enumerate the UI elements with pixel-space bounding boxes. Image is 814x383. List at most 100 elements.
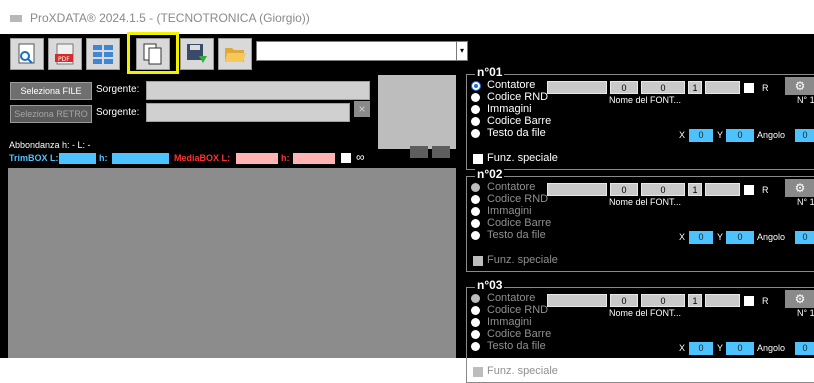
y-label: Y	[717, 130, 724, 140]
angle-label: Angolo	[757, 232, 786, 242]
y-field[interactable]: 0	[726, 231, 754, 244]
preview-page-button[interactable]	[10, 38, 44, 70]
angle-field[interactable]: 0	[795, 231, 814, 244]
counter-prefix-field[interactable]	[547, 81, 607, 94]
counter-end-field[interactable]: 0	[641, 81, 685, 94]
counter-step-field[interactable]: 1	[688, 81, 702, 94]
counter-start-field[interactable]: 0	[610, 183, 638, 196]
counter-suffix-field[interactable]	[705, 81, 740, 94]
reverse-checkbox[interactable]	[744, 296, 754, 306]
angle-field[interactable]: 0	[795, 129, 814, 142]
option-radio[interactable]	[471, 195, 480, 204]
option-radio[interactable]	[471, 306, 480, 315]
special-function-checkbox[interactable]	[473, 256, 483, 266]
option-label: Codice RND	[487, 304, 549, 316]
pdf-icon: PDF	[55, 43, 74, 65]
gear-icon[interactable]: ⚙	[785, 77, 814, 95]
chevron-down-icon[interactable]: ▾	[456, 42, 467, 60]
copies-label: N° 1	[797, 197, 814, 207]
counter-end-field[interactable]: 0	[641, 183, 685, 196]
option-radio[interactable]	[471, 81, 481, 91]
trimbox-l-field[interactable]	[59, 153, 96, 164]
special-function-checkbox[interactable]	[473, 367, 483, 377]
gear-icon[interactable]: ⚙	[785, 290, 814, 308]
option-label: Immagini	[487, 316, 532, 328]
select-file-button[interactable]: Seleziona FILE	[10, 82, 92, 100]
option-radio[interactable]	[471, 231, 480, 240]
counter-prefix-field[interactable]	[547, 183, 607, 196]
option-label: Testo da file	[487, 229, 546, 241]
option-radio[interactable]	[471, 117, 480, 126]
option-label: Testo da file	[487, 127, 546, 139]
reverse-checkbox[interactable]	[744, 83, 754, 93]
x-field[interactable]: 0	[689, 342, 713, 355]
counter-suffix-field[interactable]	[705, 183, 740, 196]
mediabox-l-label: MediaBOX L:	[174, 153, 231, 163]
rotate-right-icon[interactable]	[432, 146, 450, 158]
gear-icon[interactable]: ⚙	[785, 179, 814, 197]
panel-title: n°03	[475, 278, 505, 292]
source-field[interactable]	[146, 81, 370, 100]
option-label: Codice Barre	[487, 115, 552, 127]
x-field[interactable]: 0	[689, 129, 713, 142]
option-radio[interactable]	[471, 318, 480, 327]
infinity-checkbox[interactable]	[341, 153, 351, 163]
source-back-field[interactable]	[146, 103, 350, 122]
font-name-label[interactable]: Nome del FONT...	[609, 308, 681, 318]
y-label: Y	[717, 232, 724, 242]
special-function-label: Funz. speciale	[487, 254, 558, 266]
mediabox-h-label: h:	[281, 153, 290, 163]
counter-start-field[interactable]: 0	[610, 294, 638, 307]
grid-layout-button[interactable]	[86, 38, 120, 70]
option-radio[interactable]	[471, 330, 480, 339]
counter-start-field[interactable]: 0	[610, 81, 638, 94]
x-label: X	[679, 130, 686, 140]
copies-label: N° 1	[797, 95, 814, 105]
reverse-label: R	[762, 83, 769, 93]
preset-combo[interactable]: ▾	[256, 41, 468, 61]
x-field[interactable]: 0	[689, 231, 713, 244]
option-radio[interactable]	[471, 207, 480, 216]
title-bar: ProXDATA® 2024.1.5 - (TECNOTRONICA (Gior…	[0, 0, 814, 34]
reverse-label: R	[762, 185, 769, 195]
mediabox-h-field[interactable]	[293, 153, 335, 164]
y-field[interactable]: 0	[726, 129, 754, 142]
panel-title: n°01	[475, 65, 505, 79]
option-radio[interactable]	[471, 294, 480, 303]
option-label: Contatore	[487, 181, 536, 193]
counter-end-field[interactable]: 0	[641, 294, 685, 307]
counter-prefix-field[interactable]	[547, 294, 607, 307]
counter-step-field[interactable]: 1	[688, 294, 702, 307]
counter-suffix-field[interactable]	[705, 294, 740, 307]
pdf-button[interactable]: PDF	[48, 38, 82, 70]
angle-field[interactable]: 0	[795, 342, 814, 355]
angle-label: Angolo	[757, 343, 786, 353]
special-function-checkbox[interactable]	[473, 154, 483, 164]
trimbox-h-field[interactable]	[112, 153, 169, 164]
open-folder-button[interactable]	[218, 38, 252, 70]
option-radio[interactable]	[471, 93, 480, 102]
option-radio[interactable]	[471, 342, 480, 351]
clear-icon[interactable]: ×	[354, 101, 370, 117]
option-radio[interactable]	[471, 183, 480, 192]
field-panel: n°01 Contatore Codice RND Immagini Codice Ba…	[466, 65, 814, 170]
source-label: Sorgente:	[96, 84, 140, 95]
option-radio[interactable]	[471, 129, 480, 138]
counter-step-field[interactable]: 1	[688, 183, 702, 196]
font-name-label[interactable]: Nome del FONT...	[609, 95, 681, 105]
page-canvas[interactable]	[8, 168, 456, 358]
open-folder-icon	[225, 48, 246, 62]
option-radio[interactable]	[471, 219, 480, 228]
y-field[interactable]: 0	[726, 342, 754, 355]
select-back-button[interactable]: Seleziona RETRO	[10, 105, 92, 123]
y-label: Y	[717, 343, 724, 353]
angle-label: Angolo	[757, 130, 786, 140]
font-name-label[interactable]: Nome del FONT...	[609, 197, 681, 207]
option-radio[interactable]	[471, 105, 480, 114]
mediabox-l-field[interactable]	[236, 153, 278, 164]
rotate-left-icon[interactable]	[410, 146, 428, 158]
option-label: Testo da file	[487, 340, 546, 352]
reverse-checkbox[interactable]	[744, 185, 754, 195]
save-export-icon	[187, 44, 207, 63]
save-export-button[interactable]	[180, 38, 214, 70]
